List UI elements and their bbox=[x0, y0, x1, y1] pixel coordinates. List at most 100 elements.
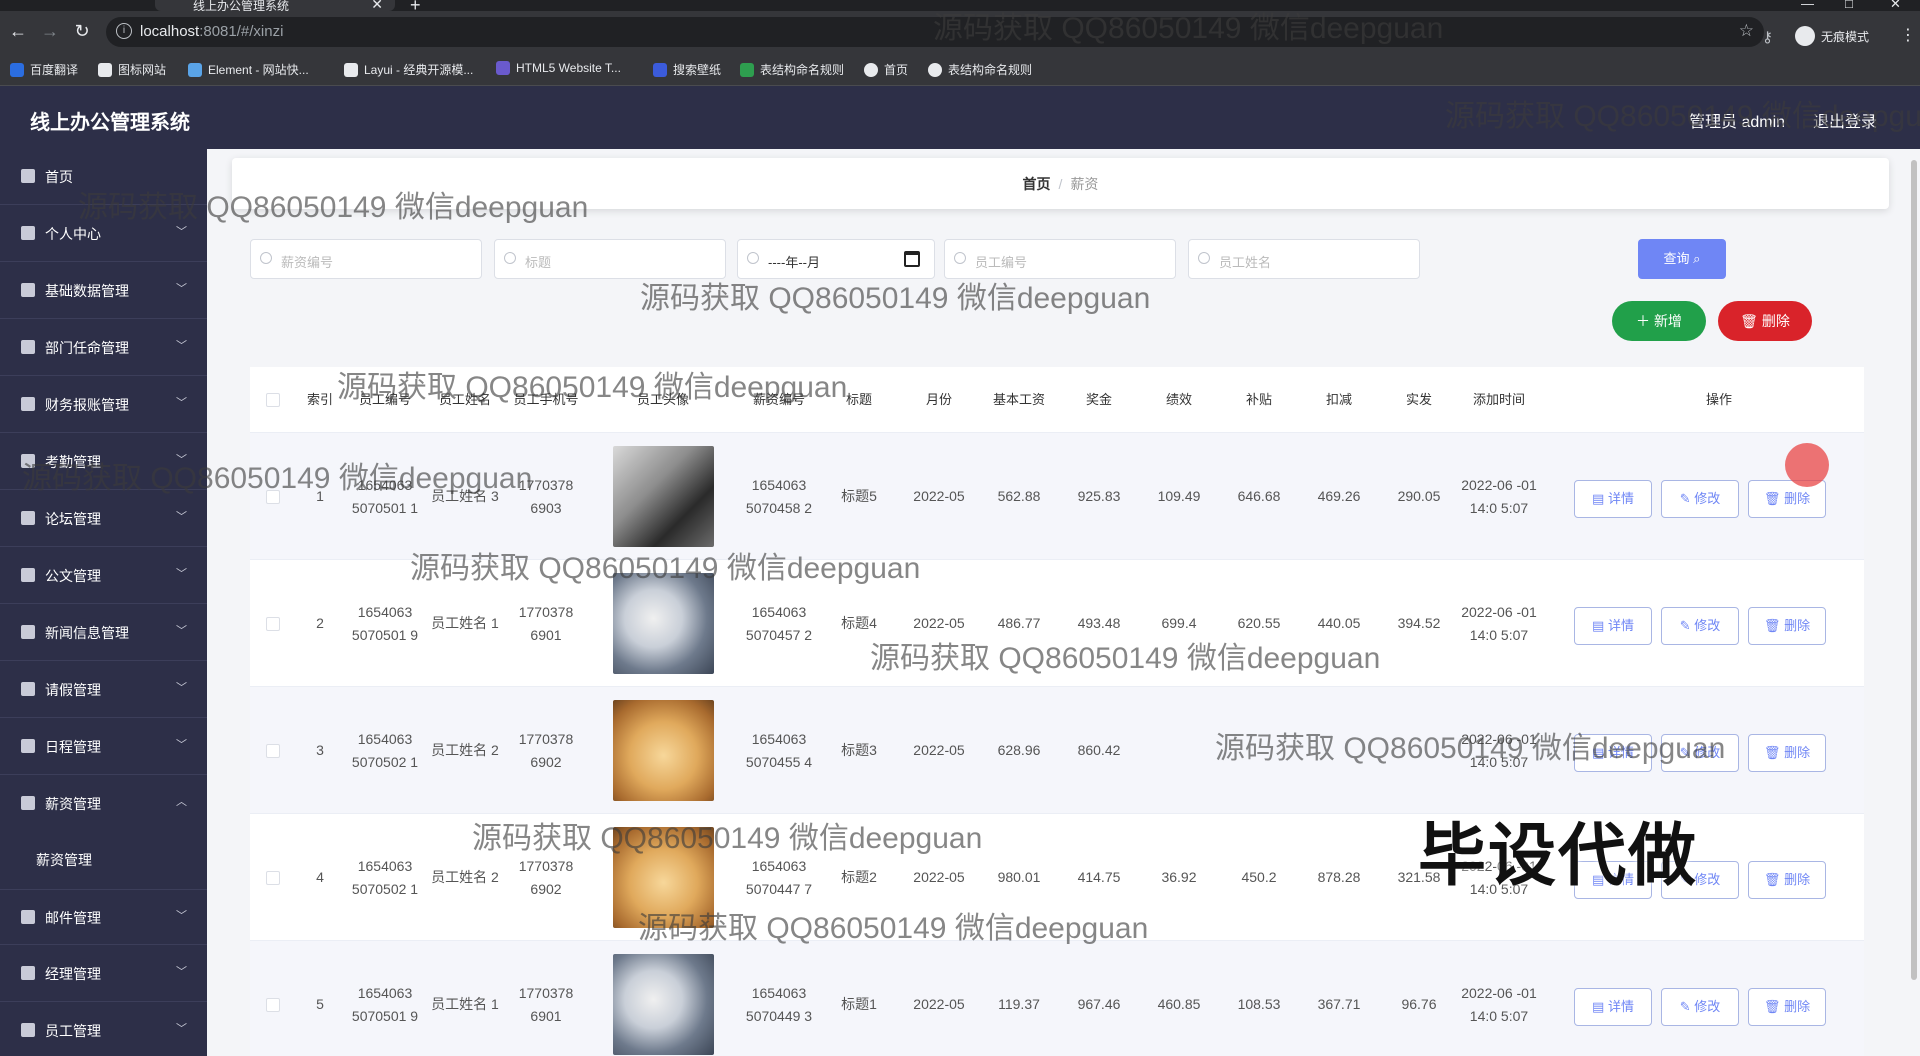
sidebar-item-basic-data[interactable]: 基础数据管理 ﹀ bbox=[0, 263, 207, 319]
cell-allowance bbox=[1219, 687, 1299, 814]
document-icon: ▤ bbox=[1592, 618, 1605, 633]
sidebar-item-documents[interactable]: 公文管理 ﹀ bbox=[0, 548, 207, 604]
sidebar-item-forum[interactable]: 论坛管理 ﹀ bbox=[0, 491, 207, 547]
cell-base-salary: 980.01 bbox=[997, 869, 1041, 885]
add-button[interactable]: ＋ 新增 bbox=[1612, 301, 1706, 341]
detail-button[interactable]: ▤ 详情 bbox=[1574, 480, 1652, 518]
col-header: 实发 bbox=[1405, 392, 1432, 407]
sidebar-item-employee[interactable]: 员工管理 ﹀ bbox=[0, 1003, 207, 1056]
bookmark-star-icon[interactable]: ☆ bbox=[1739, 21, 1754, 41]
bookmark-item[interactable]: 搜索壁纸 bbox=[653, 61, 721, 78]
cell-net-pay: 96.76 bbox=[1401, 996, 1437, 1012]
pinned-tab[interactable] bbox=[8, 0, 34, 11]
delete-button[interactable]: 🗑 删除 bbox=[1748, 734, 1826, 772]
bookmark-item[interactable]: Element - 网站快... bbox=[188, 61, 309, 78]
detail-button[interactable]: ▤ 详情 bbox=[1574, 988, 1652, 1026]
bookmark-item[interactable]: 首页 bbox=[864, 61, 908, 78]
reload-icon[interactable]: ↻ bbox=[70, 19, 94, 43]
query-button[interactable]: 查询 ⌕ bbox=[1638, 239, 1726, 279]
back-icon[interactable]: ← bbox=[6, 19, 30, 43]
sidebar-item-department[interactable]: 部门任命管理 ﹀ bbox=[0, 320, 207, 376]
employee-name-input[interactable]: 员工姓名 bbox=[1188, 239, 1420, 279]
edit-icon: ✎ bbox=[1679, 999, 1691, 1014]
delete-button[interactable]: 🗑 删除 bbox=[1748, 607, 1826, 645]
message-icon bbox=[21, 1023, 35, 1037]
salary-no-input[interactable]: 薪资编号 bbox=[250, 239, 482, 279]
cell-title: 标题2 bbox=[841, 869, 877, 885]
employee-no-input[interactable]: 员工编号 bbox=[944, 239, 1176, 279]
sidebar-item-attendance[interactable]: 考勤管理 ﹀ bbox=[0, 434, 207, 490]
col-header: 员工头像 bbox=[636, 392, 689, 407]
bookmark-item[interactable]: 表结构命名规则 bbox=[740, 61, 844, 78]
cell-bonus: 493.48 bbox=[1077, 615, 1121, 631]
bookmark-item[interactable]: 百度翻译 bbox=[10, 61, 78, 78]
col-header: 补贴 bbox=[1245, 392, 1272, 407]
sidebar-item-profile[interactable]: 个人中心 ﹀ bbox=[0, 206, 207, 262]
detail-button[interactable]: ▤ 详情 bbox=[1574, 734, 1652, 772]
edit-button[interactable]: ✎ 修改 bbox=[1661, 734, 1739, 772]
sidebar-item-salary[interactable]: 薪资管理 ︿ bbox=[0, 776, 207, 832]
sidebar-item-leave[interactable]: 请假管理 ﹀ bbox=[0, 662, 207, 718]
bookmark-item[interactable]: HTML5 Website T... bbox=[496, 61, 621, 75]
calendar-icon[interactable] bbox=[904, 251, 920, 267]
browser-menu-icon[interactable]: ⋮ bbox=[1900, 25, 1916, 45]
edit-button[interactable]: ✎ 修改 bbox=[1661, 607, 1739, 645]
select-all-checkbox[interactable] bbox=[265, 393, 280, 407]
row-checkbox[interactable] bbox=[265, 743, 280, 758]
sidebar-item-news[interactable]: 新闻信息管理 ﹀ bbox=[0, 605, 207, 661]
bookmark-item[interactable]: 图标网站 bbox=[98, 61, 166, 78]
site-info-icon[interactable]: i bbox=[116, 23, 132, 39]
sidebar-item-home[interactable]: 首页 bbox=[0, 149, 207, 205]
maximize-icon[interactable]: □ bbox=[1845, 0, 1853, 11]
row-checkbox[interactable] bbox=[265, 997, 280, 1012]
pinned-tab[interactable] bbox=[46, 0, 72, 11]
sidebar-item-schedule[interactable]: 日程管理 ﹀ bbox=[0, 719, 207, 775]
row-checkbox[interactable] bbox=[265, 870, 280, 885]
bookmark-item[interactable]: 表结构命名规则 bbox=[928, 61, 1032, 78]
cell-added-time: 2022-06 -01 14:0 5:07 bbox=[1461, 730, 1537, 770]
batch-delete-button[interactable]: 🗑 删除 bbox=[1718, 301, 1812, 341]
incognito-indicator[interactable]: 无痕模式 bbox=[1795, 25, 1869, 47]
month-picker[interactable]: ----年--月 bbox=[737, 239, 935, 279]
key-icon[interactable]: ⚷ bbox=[1762, 28, 1773, 46]
title-input[interactable]: 标题 bbox=[494, 239, 726, 279]
cell-employee-no: 1654063 5070501 9 bbox=[351, 984, 419, 1024]
edit-button[interactable]: ✎ 修改 bbox=[1661, 988, 1739, 1026]
sidebar-item-manager[interactable]: 经理管理 ﹀ bbox=[0, 946, 207, 1002]
delete-button[interactable]: 🗑 删除 bbox=[1748, 861, 1826, 899]
breadcrumb-home[interactable]: 首页 bbox=[1023, 176, 1051, 192]
send-icon bbox=[21, 796, 35, 810]
minimize-icon[interactable]: — bbox=[1801, 0, 1814, 11]
sidebar-item-finance[interactable]: 财务报账管理 ﹀ bbox=[0, 377, 207, 433]
delete-button[interactable]: 🗑 删除 bbox=[1748, 988, 1826, 1026]
forward-icon[interactable]: → bbox=[38, 19, 62, 43]
cell-deduction: 469.26 bbox=[1317, 488, 1361, 504]
pinned-tab[interactable] bbox=[120, 0, 146, 11]
breadcrumb-card: 首页 / 薪资 bbox=[232, 158, 1889, 209]
employee-avatar bbox=[612, 446, 714, 547]
chevron-down-icon: ﹀ bbox=[176, 910, 187, 922]
page-scrollbar[interactable] bbox=[1911, 160, 1917, 980]
user-icon bbox=[21, 511, 35, 525]
chat-icon bbox=[21, 966, 35, 980]
sidebar-subitem-salary[interactable]: 薪资管理 bbox=[0, 832, 207, 888]
detail-button[interactable]: ▤ 详情 bbox=[1574, 607, 1652, 645]
logout-button[interactable]: 退出登录 bbox=[1813, 108, 1877, 132]
cell-employee-no: 1654063 5070501 1 bbox=[351, 476, 419, 516]
bookmark-item[interactable]: Layui - 经典开源模... bbox=[344, 61, 473, 78]
col-header: 基本工资 bbox=[992, 392, 1045, 407]
cell-added-time: 2022-06 -01 14:0 5:07 bbox=[1461, 603, 1537, 643]
pinned-tab[interactable] bbox=[86, 0, 112, 11]
bookmark-favicon-icon bbox=[98, 62, 112, 77]
row-checkbox[interactable] bbox=[265, 616, 280, 631]
active-tab[interactable]: 线上办公管理系统 ✕ bbox=[155, 0, 395, 13]
cell-performance: 460.85 bbox=[1157, 996, 1201, 1012]
search-icon bbox=[747, 252, 759, 264]
sidebar-item-mail[interactable]: 邮件管理 ﹀ bbox=[0, 889, 207, 945]
search-icon bbox=[1198, 252, 1210, 264]
edit-button[interactable]: ✎ 修改 bbox=[1661, 480, 1739, 518]
employee-avatar bbox=[612, 827, 714, 928]
row-checkbox[interactable] bbox=[265, 489, 280, 504]
url-field[interactable]: i localhost:8081/#/xinzi ☆ bbox=[106, 17, 1764, 47]
url-host: localhost bbox=[140, 23, 200, 40]
